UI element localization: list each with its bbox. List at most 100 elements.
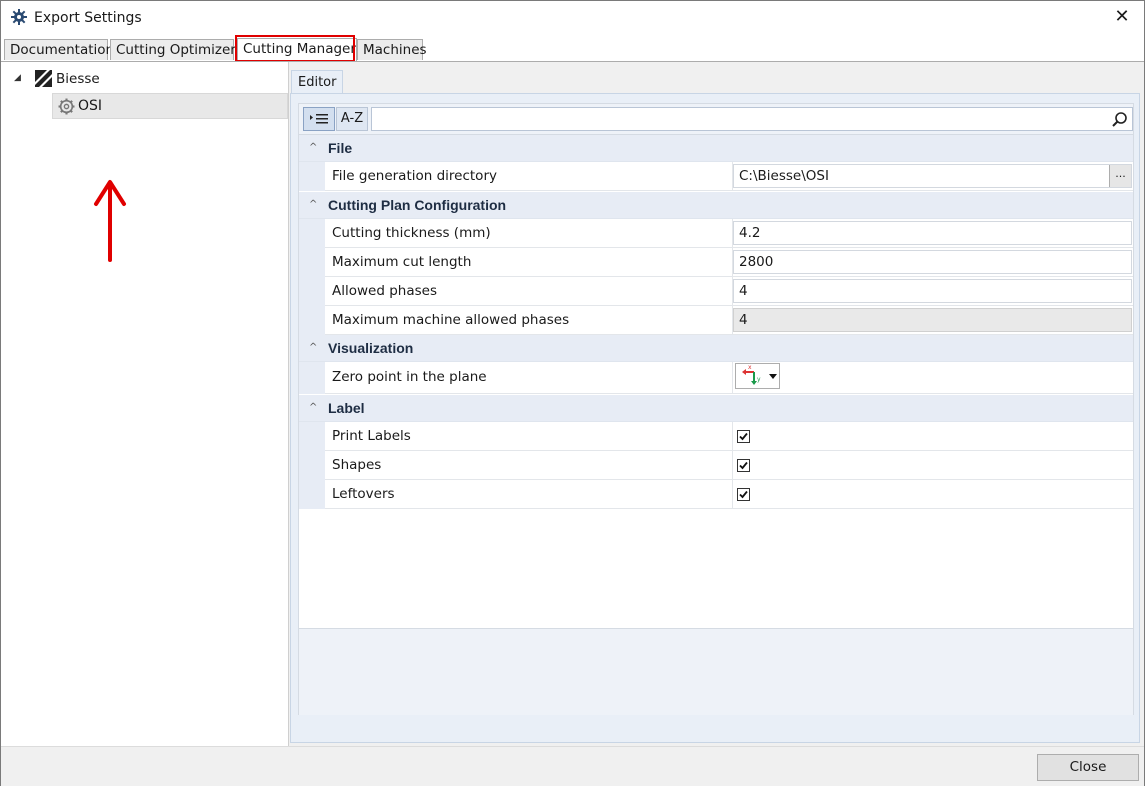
property-name-text: Zero point in the plane: [332, 369, 487, 385]
tree-root-label[interactable]: Biesse: [56, 71, 100, 87]
property-row: Zero point in the plane x y: [299, 362, 1133, 394]
svg-text:x: x: [748, 364, 752, 371]
property-value: 2800: [733, 248, 1133, 277]
checkmark-icon: [739, 461, 748, 470]
property-name-text: File generation directory: [332, 168, 497, 184]
row-gutter: [299, 219, 325, 248]
property-row: Allowed phases 4: [299, 277, 1133, 306]
property-name: File generation directory: [325, 162, 733, 191]
checkmark-icon: [739, 432, 748, 441]
tab-label: Documentation: [10, 42, 115, 58]
tab-machines[interactable]: Machines: [357, 39, 427, 60]
export-settings-window: Export Settings ✕ Documentation Cutting …: [0, 0, 1145, 786]
property-name-text: Allowed phases: [332, 283, 437, 299]
property-name: Print Labels: [325, 422, 733, 451]
row-gutter: [299, 306, 325, 335]
property-row: Maximum cut length 2800: [299, 248, 1133, 277]
property-value: [733, 480, 1133, 509]
property-name-text: Leftovers: [332, 486, 395, 502]
tab-editor[interactable]: Editor: [291, 70, 344, 94]
gear-icon: [11, 9, 27, 25]
file-directory-field[interactable]: C:\Biesse\OSI ...: [733, 164, 1132, 188]
gear-icon: [58, 98, 75, 115]
category-label: Cutting Plan Configuration: [328, 197, 507, 213]
tree-item-osi[interactable]: OSI: [52, 93, 288, 119]
property-name-text: Cutting thickness (mm): [332, 225, 491, 241]
collapse-caret-icon[interactable]: ^: [309, 199, 317, 210]
category-label-text: Label: [328, 400, 365, 416]
row-gutter: [299, 162, 325, 191]
allowed-phases-field[interactable]: 4: [733, 279, 1132, 303]
field-value: 4.2: [739, 225, 761, 241]
zero-point-dropdown[interactable]: x y: [735, 363, 780, 389]
alphabetical-sort-button[interactable]: A-Z: [336, 107, 368, 131]
shapes-checkbox[interactable]: [737, 459, 750, 472]
property-row: Maximum machine allowed phases 4: [299, 306, 1133, 335]
collapse-caret-icon[interactable]: ^: [309, 142, 317, 153]
close-button[interactable]: Close: [1037, 754, 1139, 781]
category-cutting-plan[interactable]: ^ Cutting Plan Configuration: [299, 192, 1133, 219]
editor-panel: A-Z ^ File File generation directory C:\…: [290, 93, 1140, 743]
property-row: Cutting thickness (mm) 4.2: [299, 219, 1133, 248]
property-row: Leftovers: [299, 480, 1133, 509]
tree-item-label: OSI: [78, 98, 103, 114]
tab-label: Editor: [298, 75, 337, 90]
browse-button[interactable]: ...: [1109, 165, 1131, 187]
property-name-text: Print Labels: [332, 428, 411, 444]
window-title: Export Settings: [34, 10, 142, 26]
tab-documentation[interactable]: Documentation: [4, 39, 114, 60]
row-gutter: [299, 277, 325, 306]
property-grid-toolbar: A-Z: [299, 104, 1133, 135]
editor-area: Editor A-Z ^ File File generation direct…: [289, 62, 1144, 746]
property-name: Maximum cut length: [325, 248, 733, 277]
property-value: 4.2: [733, 219, 1133, 248]
print-labels-checkbox[interactable]: [737, 430, 750, 443]
property-row: Shapes: [299, 451, 1133, 480]
category-visualization[interactable]: ^ Visualization: [299, 335, 1133, 362]
row-gutter: [299, 248, 325, 277]
row-gutter: [299, 422, 325, 451]
category-file[interactable]: ^ File: [299, 135, 1133, 162]
collapse-caret-icon[interactable]: ^: [309, 402, 317, 413]
category-label: File: [328, 140, 353, 156]
property-row: File generation directory C:\Biesse\OSI …: [299, 162, 1133, 191]
machine-icon: [35, 70, 52, 87]
property-name: Shapes: [325, 451, 733, 480]
property-name: Leftovers: [325, 480, 733, 509]
row-gutter: [299, 480, 325, 509]
cutting-thickness-field[interactable]: 4.2: [733, 221, 1132, 245]
category-label[interactable]: ^ Label: [299, 395, 1133, 422]
dialog-footer: Close: [1, 746, 1144, 786]
property-value: [733, 451, 1133, 480]
collapse-caret-icon[interactable]: ^: [309, 342, 317, 353]
checkmark-icon: [739, 490, 748, 499]
tab-label: Machines: [363, 42, 427, 58]
svg-text:y: y: [757, 376, 761, 383]
property-value: C:\Biesse\OSI ...: [733, 162, 1133, 191]
tab-cutting-optimizers[interactable]: Cutting Optimizers: [110, 39, 243, 60]
field-value: 4: [739, 283, 748, 299]
title-bar: Export Settings ✕: [1, 1, 1144, 37]
property-value: 4: [733, 277, 1133, 306]
property-name-text: Maximum machine allowed phases: [332, 312, 570, 328]
axis-origin-icon: x y: [742, 364, 777, 385]
property-row: Print Labels: [299, 422, 1133, 451]
categorized-list-icon: [310, 114, 328, 124]
row-gutter: [299, 362, 325, 394]
max-cut-length-field[interactable]: 2800: [733, 250, 1132, 274]
search-icon: [1112, 112, 1127, 127]
tab-highlight-annotation: [235, 35, 355, 62]
tab-label: Cutting Optimizers: [116, 42, 243, 58]
search-input[interactable]: [371, 107, 1133, 131]
field-value: 4: [739, 312, 748, 328]
categorized-view-button[interactable]: [303, 107, 335, 131]
machine-tree: ◢ Biesse OSI: [2, 62, 289, 746]
leftovers-checkbox[interactable]: [737, 488, 750, 501]
property-name: Cutting thickness (mm): [325, 219, 733, 248]
property-grid: A-Z ^ File File generation directory C:\…: [298, 103, 1134, 715]
property-description-panel: [299, 628, 1133, 715]
row-gutter: [299, 451, 325, 480]
field-value: 2800: [739, 254, 774, 270]
window-close-button[interactable]: ✕: [1110, 5, 1134, 29]
expand-triangle-icon[interactable]: ◢: [14, 73, 21, 83]
